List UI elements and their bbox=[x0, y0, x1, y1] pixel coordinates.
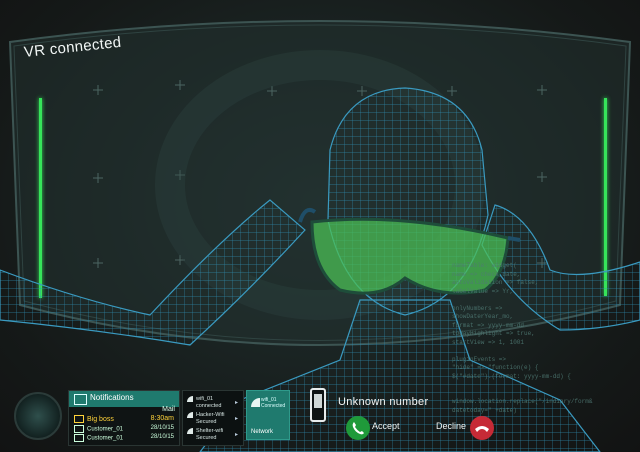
user-avatar[interactable] bbox=[14, 392, 62, 440]
notification-icon bbox=[74, 394, 87, 405]
incoming-call-panel: Unknown number Accept Decline bbox=[304, 386, 504, 442]
notifications-header: Notifications bbox=[69, 391, 179, 407]
code-line: nameTable: widget( bbox=[452, 262, 517, 269]
wifi-item[interactable]: wifi_01 connected bbox=[187, 396, 221, 409]
wifi-item[interactable]: Shelter-wifi Secured bbox=[187, 428, 223, 441]
chevron-right-icon[interactable]: ▸ bbox=[235, 431, 238, 438]
chevron-right-icon[interactable]: ▸ bbox=[235, 399, 238, 406]
decline-label: Decline bbox=[436, 421, 467, 431]
accept-label: Accept bbox=[372, 421, 400, 431]
network-connection: wifi_01 Connected bbox=[261, 397, 286, 409]
mail-label: Mail bbox=[162, 406, 175, 413]
notification-item[interactable]: Big boss 8:30am bbox=[74, 415, 174, 423]
code-line: "hide" => "function(e) { bbox=[452, 364, 539, 371]
network-tile[interactable]: wifi_01 Connected Network bbox=[246, 390, 290, 440]
wifi-icon bbox=[251, 398, 260, 407]
code-line: onlyNumbers => bbox=[452, 304, 507, 312]
mail-icon bbox=[74, 434, 84, 442]
decline-call-button[interactable] bbox=[470, 416, 494, 440]
wifi-list-panel: wifi_01 connected ▸ Hacker-Wifi Secured ▸ … bbox=[182, 390, 244, 446]
mail-icon bbox=[74, 425, 84, 433]
code-line: format => yyyy-mm-dd bbox=[452, 321, 525, 329]
phone-hangup-icon bbox=[475, 426, 489, 432]
mail-icon bbox=[74, 415, 84, 423]
phone-accept-icon bbox=[352, 422, 364, 435]
notification-item[interactable]: Customer_01 28/10/15 bbox=[74, 434, 174, 442]
notifications-panel[interactable]: Notifications Mail Big boss 8:30am Custo… bbox=[68, 390, 180, 446]
code-line: autoValidation => false, bbox=[452, 279, 539, 286]
wifi-icon bbox=[187, 428, 193, 434]
wifi-icon bbox=[187, 412, 193, 418]
caller-name: Unknown number bbox=[338, 396, 429, 408]
accept-call-button[interactable] bbox=[346, 416, 370, 440]
network-label: Network bbox=[251, 429, 274, 435]
notification-item[interactable]: Customer_01 28/10/15 bbox=[74, 425, 174, 433]
code-line: pluginEvents => bbox=[452, 355, 507, 363]
code-line: showDaterYear_mo, bbox=[452, 313, 514, 320]
code-line: startView => 1, 1001 bbox=[452, 338, 525, 346]
mobile-phone-icon bbox=[310, 388, 326, 422]
wifi-icon bbox=[187, 396, 193, 402]
code-line: $("#date").(format: yyyy-mm-dd) { bbox=[452, 372, 571, 380]
notifications-title: Notifications bbox=[90, 393, 134, 402]
code-line: todayHighlight => true, bbox=[452, 330, 535, 337]
code-line: labelValue => Yr, bbox=[452, 287, 514, 295]
code-line: name => check_date, bbox=[452, 270, 521, 278]
wifi-item[interactable]: Hacker-Wifi Secured bbox=[187, 412, 224, 425]
chevron-right-icon[interactable]: ▸ bbox=[235, 415, 238, 422]
